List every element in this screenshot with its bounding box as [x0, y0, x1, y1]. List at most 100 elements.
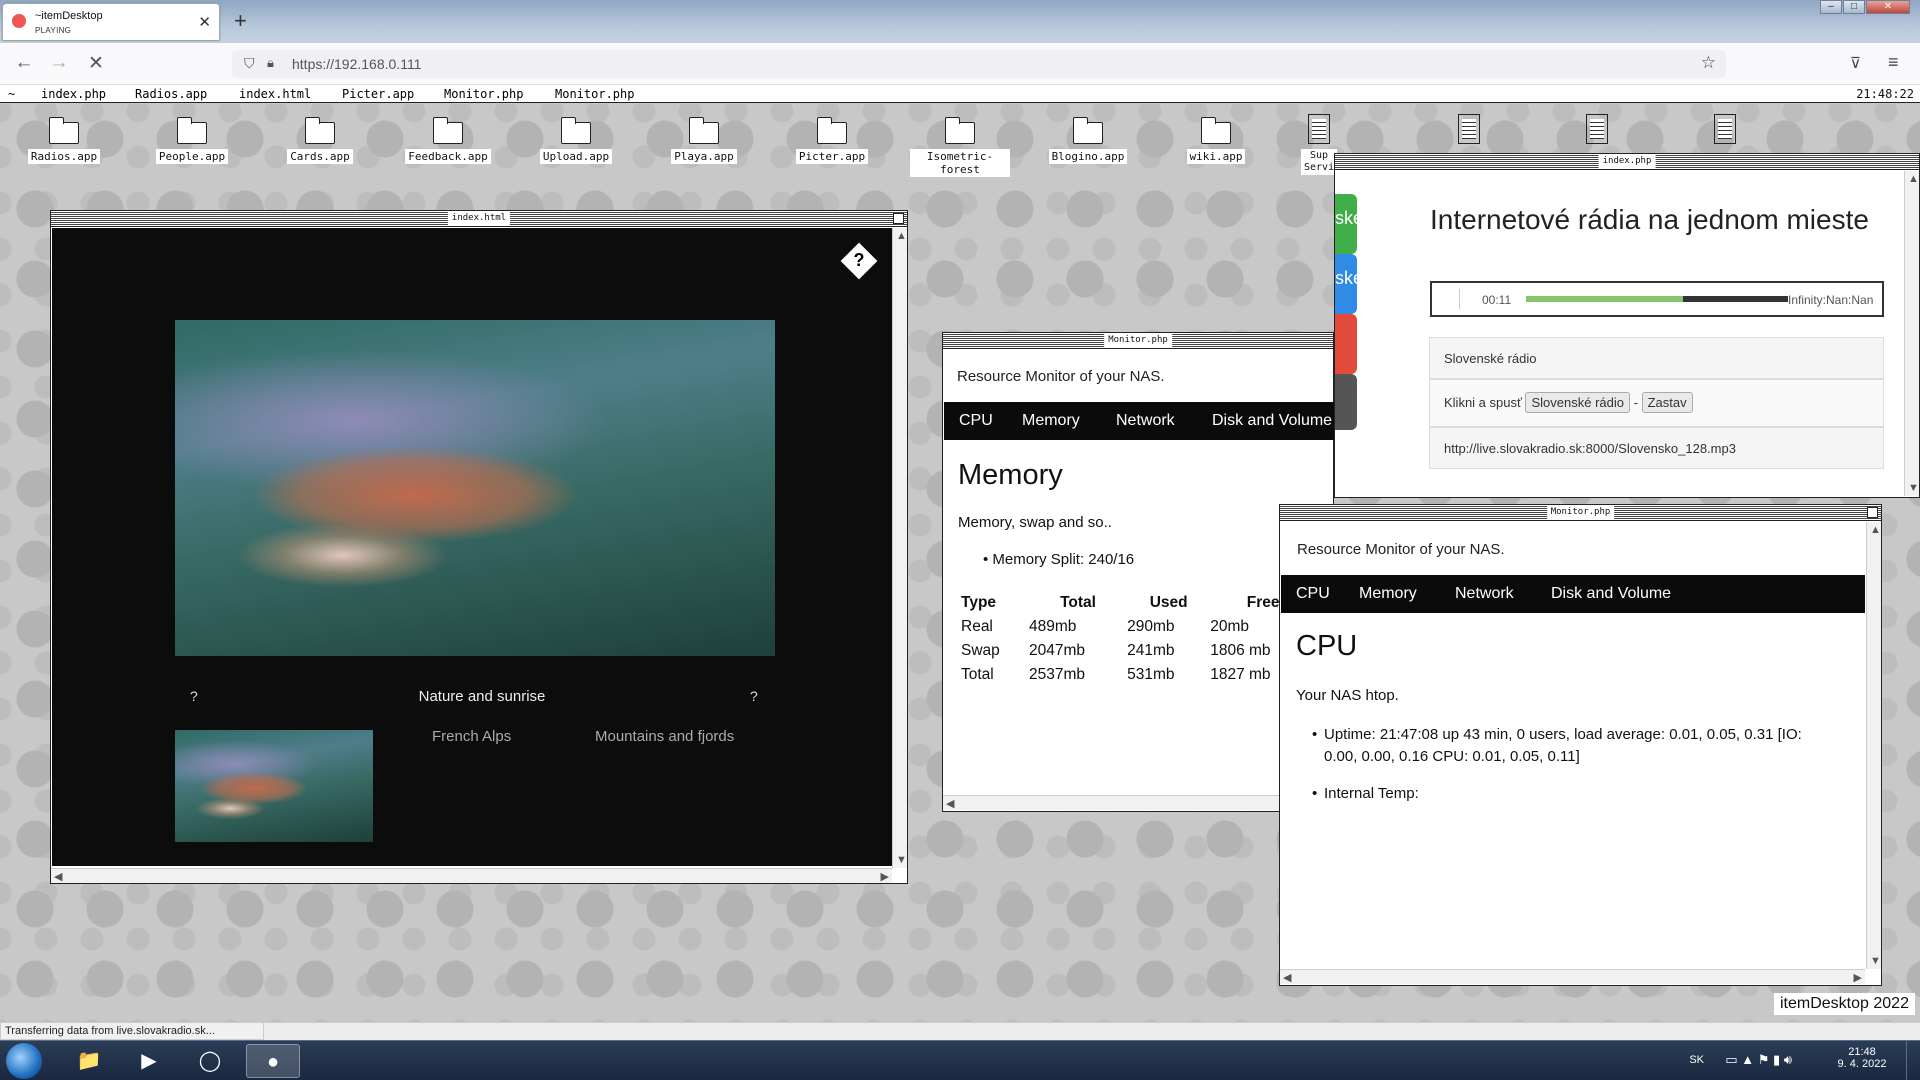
- desktop-icon-feedback[interactable]: Feedback.app: [398, 117, 498, 165]
- scroll-right-icon[interactable]: ▶: [881, 870, 889, 883]
- scroll-down-icon[interactable]: ▼: [1870, 955, 1881, 967]
- media-player-icon[interactable]: ▶: [122, 1044, 176, 1078]
- player-progress-track[interactable]: [1526, 296, 1788, 302]
- monitor-cpu-hscrollbar[interactable]: ◀ ▶: [1280, 969, 1865, 984]
- scroll-right-icon[interactable]: ▶: [1854, 971, 1862, 984]
- tab-memory[interactable]: Memory: [1022, 412, 1080, 430]
- lock-icon[interactable]: 🔒︎: [267, 55, 274, 71]
- start-button-icon[interactable]: [6, 1043, 42, 1079]
- browser-tab[interactable]: ~itemDesktop PLAYING ✕: [2, 3, 220, 41]
- next-image-button[interactable]: ?: [750, 688, 758, 704]
- bookmark-star-icon[interactable]: ☆: [1701, 53, 1716, 73]
- play-station-button[interactable]: Slovenské rádio: [1525, 392, 1630, 413]
- menu-item-index-html[interactable]: index.html: [239, 87, 311, 101]
- desktop-icon-isometric-forest[interactable]: Isometric-forest: [910, 117, 1010, 178]
- desktop-icon-playa[interactable]: Playa.app: [654, 117, 754, 165]
- tab-memory[interactable]: Memory: [1359, 585, 1417, 603]
- browser-globe-icon[interactable]: ◯: [183, 1044, 237, 1078]
- minimize-window-icon[interactable]: –: [1820, 0, 1842, 14]
- monitor-cpu-close-box[interactable]: [1867, 507, 1878, 518]
- tab-network[interactable]: Network: [1455, 585, 1514, 603]
- back-icon[interactable]: ←: [10, 52, 38, 74]
- gallery-horizontal-scrollbar[interactable]: ◀ ▶: [51, 868, 892, 883]
- browser-tab-strip: [0, 0, 1920, 43]
- photo-caption: Nature and sunrise: [418, 688, 546, 705]
- language-indicator[interactable]: SK: [1689, 1054, 1704, 1066]
- desktop-icon-document-4[interactable]: [1700, 114, 1750, 144]
- firefox-icon[interactable]: ●: [246, 1044, 300, 1078]
- close-window-icon[interactable]: ✕: [1866, 0, 1910, 14]
- desktop-icon-document-2[interactable]: [1444, 114, 1494, 144]
- album-mountains-fjords[interactable]: Mountains and fjords: [595, 728, 734, 745]
- pocket-icon[interactable]: ⊽: [1850, 54, 1861, 72]
- menu-item-monitor-php-2[interactable]: Monitor.php: [555, 87, 634, 101]
- player-duration: Infinity:Nan:Nan: [1788, 293, 1874, 307]
- tab-cpu[interactable]: CPU: [1296, 585, 1330, 603]
- tab-disk-volume[interactable]: Disk and Volume: [1551, 585, 1671, 603]
- menu-item-picter-app[interactable]: Picter.app: [342, 87, 414, 101]
- play-prompt: Klikni a spusť: [1444, 395, 1522, 410]
- forward-icon[interactable]: →: [45, 52, 73, 74]
- audio-player[interactable]: 00:11 Infinity:Nan:Nan: [1430, 281, 1884, 317]
- scroll-left-icon[interactable]: ◀: [1283, 971, 1291, 984]
- gallery-window-close-box[interactable]: [893, 213, 904, 224]
- menu-home[interactable]: ~: [8, 87, 15, 101]
- side-tab-4[interactable]: [1335, 374, 1357, 430]
- stream-url[interactable]: http://live.slovakradio.sk:8000/Slovensk…: [1444, 441, 1736, 456]
- stop-button[interactable]: Zastav: [1641, 392, 1693, 413]
- show-desktop-button[interactable]: [1906, 1041, 1916, 1080]
- gallery-vertical-scrollbar[interactable]: ▲ ▼: [892, 228, 907, 868]
- maximize-window-icon[interactable]: □: [1843, 0, 1865, 14]
- tray-icons[interactable]: ▭ ▲ ⚑ ▮ 🔊︎: [1725, 1052, 1792, 1068]
- desktop-icon-cards[interactable]: Cards.app: [270, 117, 370, 165]
- close-tab-icon[interactable]: ✕: [198, 13, 211, 31]
- desktop-icon-wiki[interactable]: wiki.app: [1166, 117, 1266, 165]
- url-text[interactable]: https://192.168.0.111: [292, 56, 421, 72]
- desktop-icon-blogino[interactable]: Blogino.app: [1038, 117, 1138, 165]
- radio-window-titlebar[interactable]: index.php: [1335, 154, 1919, 170]
- scroll-down-icon[interactable]: ▼: [896, 854, 907, 866]
- scroll-up-icon[interactable]: ▲: [896, 230, 907, 242]
- play-pause-icon[interactable]: [1438, 289, 1460, 309]
- scroll-down-icon[interactable]: ▼: [1908, 482, 1919, 494]
- desktop-icon-people[interactable]: People.app: [142, 117, 242, 165]
- monitor-cpu-titlebar[interactable]: Monitor.php: [1280, 505, 1881, 521]
- monitor-memory-hscrollbar[interactable]: ◀: [943, 795, 1333, 810]
- shield-icon[interactable]: ⛉: [244, 55, 255, 72]
- album-french-alps[interactable]: French Alps: [432, 728, 511, 745]
- menu-item-index-php[interactable]: index.php: [41, 87, 106, 101]
- stop-loading-icon[interactable]: ✕: [82, 52, 110, 75]
- menu-item-radios-app[interactable]: Radios.app: [135, 87, 207, 101]
- gallery-window-titlebar[interactable]: index.html: [51, 211, 907, 227]
- desktop-icon-document-3[interactable]: [1572, 114, 1622, 144]
- scroll-left-icon[interactable]: ◀: [54, 870, 62, 883]
- tab-cpu[interactable]: CPU: [959, 412, 993, 430]
- menu-icon[interactable]: ≡: [1888, 52, 1899, 73]
- side-tab-3[interactable]: [1335, 314, 1357, 374]
- table-row: Total 2537mb 531mb 1827 mb: [961, 666, 1271, 683]
- main-photo: [175, 320, 775, 656]
- scroll-up-icon[interactable]: ▲: [1908, 173, 1919, 185]
- file-explorer-icon[interactable]: 📁: [62, 1044, 116, 1078]
- scroll-up-icon[interactable]: ▲: [1870, 524, 1881, 536]
- prev-image-button[interactable]: ?: [190, 688, 198, 704]
- radio-vertical-scrollbar[interactable]: ▲ ▼: [1904, 171, 1919, 496]
- album-thumbnail[interactable]: [175, 730, 373, 842]
- browser-status-text: Transferring data from live.slovakradio.…: [0, 1022, 264, 1040]
- desktop-icon-radios[interactable]: Radios.app: [14, 117, 114, 165]
- new-tab-button[interactable]: +: [234, 8, 247, 34]
- side-tab-1[interactable]: ské: [1335, 194, 1357, 254]
- tray-clock[interactable]: 21:48 9. 4. 2022: [1832, 1046, 1892, 1070]
- scroll-left-icon[interactable]: ◀: [946, 797, 954, 810]
- menu-item-monitor-php[interactable]: Monitor.php: [444, 87, 523, 101]
- tab-disk-volume[interactable]: Disk and Volume: [1212, 412, 1332, 430]
- memory-section-title: Memory: [958, 459, 1063, 491]
- address-bar[interactable]: ⛉ 🔒︎ ☆: [232, 50, 1726, 78]
- side-tab-2[interactable]: ske: [1335, 254, 1357, 314]
- monitor-cpu-vscrollbar[interactable]: ▲ ▼: [1866, 522, 1881, 969]
- folder-icon: [304, 117, 335, 144]
- desktop-icon-picter[interactable]: Picter.app: [782, 117, 882, 165]
- monitor-memory-titlebar[interactable]: Monitor.php: [943, 333, 1333, 349]
- tab-network[interactable]: Network: [1116, 412, 1175, 430]
- desktop-icon-upload[interactable]: Upload.app: [526, 117, 626, 165]
